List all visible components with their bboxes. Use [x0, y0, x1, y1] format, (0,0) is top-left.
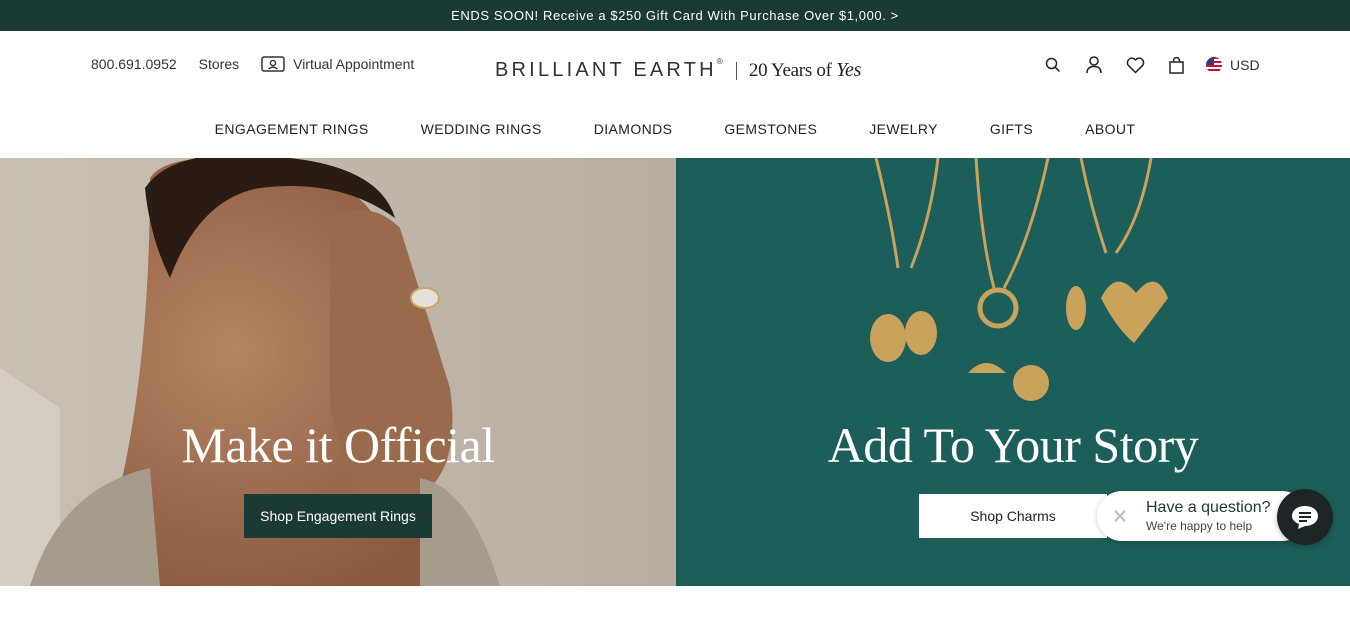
video-camera-icon: [261, 56, 285, 72]
shop-charms-button[interactable]: Shop Charms: [919, 494, 1107, 538]
chat-subtext: We're happy to help: [1146, 519, 1253, 533]
shopping-bag-icon: [1168, 56, 1184, 74]
promo-text[interactable]: ENDS SOON! Receive a $250 Gift Card With…: [451, 8, 899, 23]
search-button[interactable]: [1040, 53, 1066, 77]
virtual-appointment-link[interactable]: Virtual Appointment: [261, 55, 414, 73]
virtual-appointment-label: Virtual Appointment: [293, 56, 415, 72]
header-actions: USD: [1040, 53, 1260, 77]
cart-button[interactable]: [1163, 53, 1189, 77]
account-icon: [1086, 56, 1102, 74]
chat-launcher-button[interactable]: [1277, 489, 1333, 545]
heart-icon: [1126, 56, 1144, 73]
close-icon[interactable]: [1111, 507, 1129, 525]
wishlist-button[interactable]: [1122, 53, 1148, 77]
chat-question: Have a question?: [1146, 499, 1271, 516]
chat-icon: [1292, 506, 1318, 529]
hero-engagement[interactable]: Make it Official Shop Engagement Rings: [0, 158, 676, 586]
us-flag-icon: [1206, 57, 1222, 73]
main-navigation: ENGAGEMENT RINGS WEDDING RINGS DIAMONDS …: [0, 121, 1350, 137]
logo-divider: [735, 61, 737, 80]
search-icon: [1045, 57, 1061, 73]
nav-engagement-rings[interactable]: ENGAGEMENT RINGS: [215, 121, 369, 137]
chat-prompt-bubble[interactable]: Have a question? We're happy to help: [1097, 491, 1307, 541]
nav-wedding-rings[interactable]: WEDDING RINGS: [421, 121, 542, 137]
account-button[interactable]: [1081, 53, 1107, 77]
stores-link[interactable]: Stores: [199, 56, 239, 72]
shop-engagement-rings-button[interactable]: Shop Engagement Rings: [244, 494, 432, 538]
nav-about[interactable]: ABOUT: [1085, 121, 1135, 137]
utility-links: 800.691.0952 Stores Virtual Appointment: [91, 55, 436, 73]
nav-gemstones[interactable]: GEMSTONES: [724, 121, 817, 137]
site-header: 800.691.0952 Stores Virtual Appointment …: [0, 31, 1350, 158]
logo-tagline: 20 Years of Yes: [748, 59, 862, 81]
site-logo[interactable]: BRILLIANT EARTH® 20 Years of Yes: [495, 57, 862, 82]
nav-jewelry[interactable]: JEWELRY: [869, 121, 938, 137]
hero-right-title: Add To Your Story: [827, 417, 1199, 473]
promo-banner[interactable]: ENDS SOON! Receive a $250 Gift Card With…: [0, 0, 1350, 31]
nav-diamonds[interactable]: DIAMONDS: [594, 121, 673, 137]
logo-brand: BRILLIANT EARTH®: [495, 57, 726, 81]
phone-link[interactable]: 800.691.0952: [91, 56, 177, 72]
hero-left-title: Make it Official: [181, 417, 495, 473]
currency-label: USD: [1230, 57, 1260, 73]
nav-gifts[interactable]: GIFTS: [990, 121, 1033, 137]
currency-selector[interactable]: USD: [1206, 57, 1260, 73]
